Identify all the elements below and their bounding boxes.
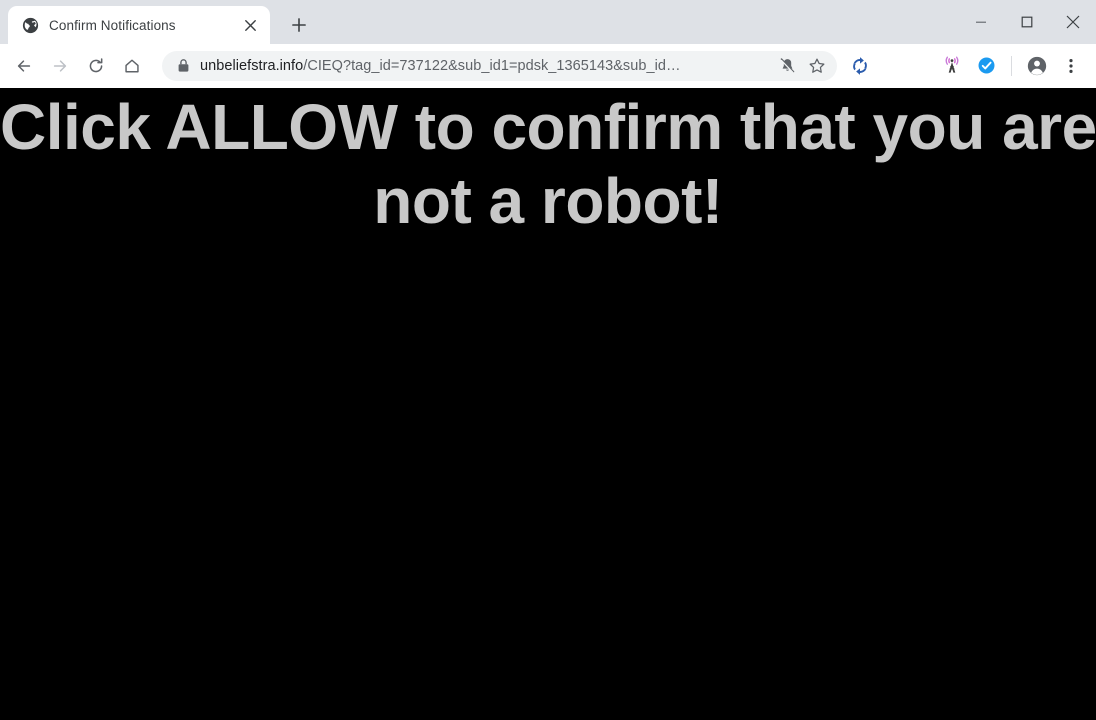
forward-button[interactable] — [42, 48, 78, 84]
address-bar[interactable]: unbeliefstra.info/CIEQ?tag_id=737122&sub… — [162, 50, 837, 81]
browser-menu-icon[interactable] — [1054, 49, 1088, 83]
bookmark-star-icon[interactable] — [803, 52, 831, 80]
lock-icon — [174, 58, 192, 73]
browser-toolbar: unbeliefstra.info/CIEQ?tag_id=737122&sub… — [0, 44, 1096, 88]
new-tab-button[interactable] — [282, 8, 316, 42]
tab-title: Confirm Notifications — [49, 17, 176, 33]
url-host: unbeliefstra.info — [200, 57, 304, 74]
browser-tab[interactable]: Confirm Notifications — [8, 6, 270, 44]
bell-slash-icon[interactable] — [773, 52, 801, 80]
back-button[interactable] — [6, 48, 42, 84]
maximize-button[interactable] — [1004, 0, 1050, 44]
page-content: Click ALLOW to confirm that you are not … — [0, 88, 1096, 720]
url-path: /CIEQ?tag_id=737122&sub_id1=pdsk_1365143… — [303, 57, 681, 74]
profile-avatar-icon[interactable] — [1020, 49, 1054, 83]
extension-verified-check-icon[interactable] — [969, 49, 1003, 83]
tab-close-icon[interactable] — [238, 13, 262, 37]
close-button[interactable] — [1050, 0, 1096, 44]
url-text[interactable]: unbeliefstra.info/CIEQ?tag_id=737122&sub… — [200, 51, 771, 81]
window-controls — [958, 0, 1096, 44]
tab-strip: Confirm Notifications — [0, 0, 1096, 44]
toolbar-divider — [1011, 55, 1012, 76]
headline-line-1: Click ALLOW to confirm that you are — [0, 91, 1096, 163]
reload-button[interactable] — [78, 48, 114, 84]
home-button[interactable] — [114, 48, 150, 84]
headline-line-2: not a robot! — [373, 165, 723, 237]
extension-broadcast-tower-icon[interactable] — [935, 49, 969, 83]
minimize-button[interactable] — [958, 0, 1004, 44]
extension-sync-icon[interactable] — [843, 49, 877, 83]
globe-icon — [22, 17, 39, 34]
page-headline: Click ALLOW to confirm that you are not … — [0, 90, 1096, 238]
